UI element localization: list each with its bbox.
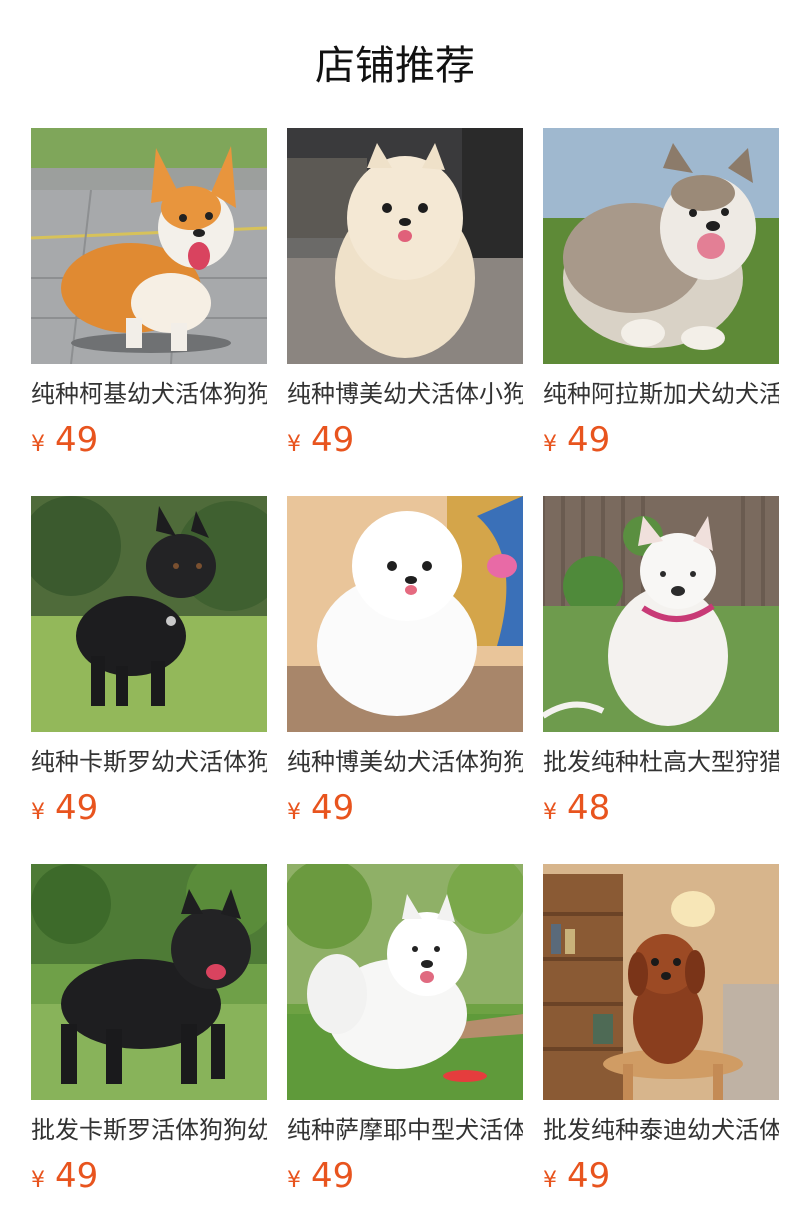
- product-image[interactable]: [287, 496, 523, 732]
- price-value: 49: [567, 1156, 611, 1196]
- product-image[interactable]: [543, 496, 779, 732]
- currency-symbol: ¥: [31, 1168, 45, 1193]
- product-image[interactable]: [543, 864, 779, 1100]
- price-value: 49: [55, 788, 99, 828]
- currency-symbol: ¥: [287, 432, 301, 457]
- product-price: ¥49: [287, 1153, 523, 1199]
- currency-symbol: ¥: [287, 1168, 301, 1193]
- currency-symbol: ¥: [31, 800, 45, 825]
- product-image[interactable]: [31, 128, 267, 364]
- currency-symbol: ¥: [543, 432, 557, 457]
- alaskan-puppy-photo: [543, 128, 779, 364]
- product-card[interactable]: 纯种卡斯罗幼犬活体狗狗 ¥49: [31, 496, 267, 864]
- product-price: ¥49: [543, 417, 779, 463]
- price-value: 48: [567, 788, 611, 828]
- product-name[interactable]: 批发卡斯罗活体狗狗幼犬: [31, 1113, 267, 1147]
- product-image[interactable]: [287, 864, 523, 1100]
- white-pomeranian-puppy-photo: [287, 496, 523, 732]
- product-card[interactable]: 纯种阿拉斯加犬幼犬活体 ¥49: [543, 128, 779, 496]
- product-card[interactable]: 纯种萨摩耶中型犬活体 ¥49: [287, 864, 523, 1232]
- recommend-page: 店铺推荐 纯种柯基幼犬活体狗狗 ¥ 49 纯种博美幼犬活体小狗 ¥ 49 纯种阿…: [0, 0, 790, 1232]
- product-card[interactable]: 纯种柯基幼犬活体狗狗 ¥49: [31, 128, 267, 496]
- product-image[interactable]: [287, 128, 523, 364]
- product-name[interactable]: 批发纯种泰迪幼犬活体: [543, 1113, 779, 1147]
- product-name[interactable]: 批发纯种杜高大型狩猎犬: [543, 745, 779, 779]
- product-price: ¥49: [31, 417, 267, 463]
- corgi-puppy-photo: [31, 128, 267, 364]
- product-image[interactable]: [543, 128, 779, 364]
- product-price: ¥49: [31, 785, 267, 831]
- price-value: 49: [311, 788, 355, 828]
- product-name[interactable]: 纯种卡斯罗幼犬活体狗狗: [31, 745, 267, 779]
- section-title: 店铺推荐: [315, 43, 475, 89]
- price-value: 49: [311, 1156, 355, 1196]
- product-image[interactable]: [31, 864, 267, 1100]
- product-price: ¥49: [31, 1153, 267, 1199]
- product-name[interactable]: 纯种萨摩耶中型犬活体: [287, 1113, 523, 1147]
- product-price: ¥48: [543, 785, 779, 831]
- price-value: 49: [55, 420, 99, 460]
- product-grid: 纯种柯基幼犬活体狗狗 ¥49 纯种博美幼犬活体小狗 ¥ 49 纯种阿拉斯加犬幼犬…: [31, 128, 779, 1232]
- currency-symbol: ¥: [543, 800, 557, 825]
- currency-symbol: ¥: [543, 1168, 557, 1193]
- pomeranian-puppy-photo: [287, 128, 523, 364]
- product-price: ¥49: [543, 1153, 779, 1199]
- currency-symbol: ¥: [287, 800, 301, 825]
- price-value: 49: [55, 1156, 99, 1196]
- dogo-argentino-photo: [543, 496, 779, 732]
- teddy-poodle-photo: [543, 864, 779, 1100]
- product-card[interactable]: 批发纯种泰迪幼犬活体 ¥49: [543, 864, 779, 1232]
- product-price: ¥49: [287, 785, 523, 831]
- samoyed-photo: [287, 864, 523, 1100]
- black-cane-corso-photo: [31, 864, 267, 1100]
- currency-symbol: ¥: [31, 432, 45, 457]
- product-card[interactable]: 纯种博美幼犬活体狗狗 ¥49: [287, 496, 523, 864]
- product-price: ¥49: [287, 417, 523, 463]
- product-name[interactable]: 纯种博美幼犬活体小狗: [287, 377, 523, 411]
- product-image[interactable]: [31, 496, 267, 732]
- product-name[interactable]: 纯种柯基幼犬活体狗狗: [31, 377, 267, 411]
- price-value: 49: [311, 420, 355, 460]
- product-card[interactable]: 纯种博美幼犬活体小狗 ¥49: [287, 128, 523, 496]
- cane-corso-puppy-photo: [31, 496, 267, 732]
- product-card[interactable]: 批发卡斯罗活体狗狗幼犬 ¥49: [31, 864, 267, 1232]
- product-name[interactable]: 纯种阿拉斯加犬幼犬活体: [543, 377, 779, 411]
- price-value: 49: [567, 420, 611, 460]
- product-card[interactable]: 批发纯种杜高大型狩猎犬 ¥48: [543, 496, 779, 864]
- product-name[interactable]: 纯种博美幼犬活体狗狗: [287, 745, 523, 779]
